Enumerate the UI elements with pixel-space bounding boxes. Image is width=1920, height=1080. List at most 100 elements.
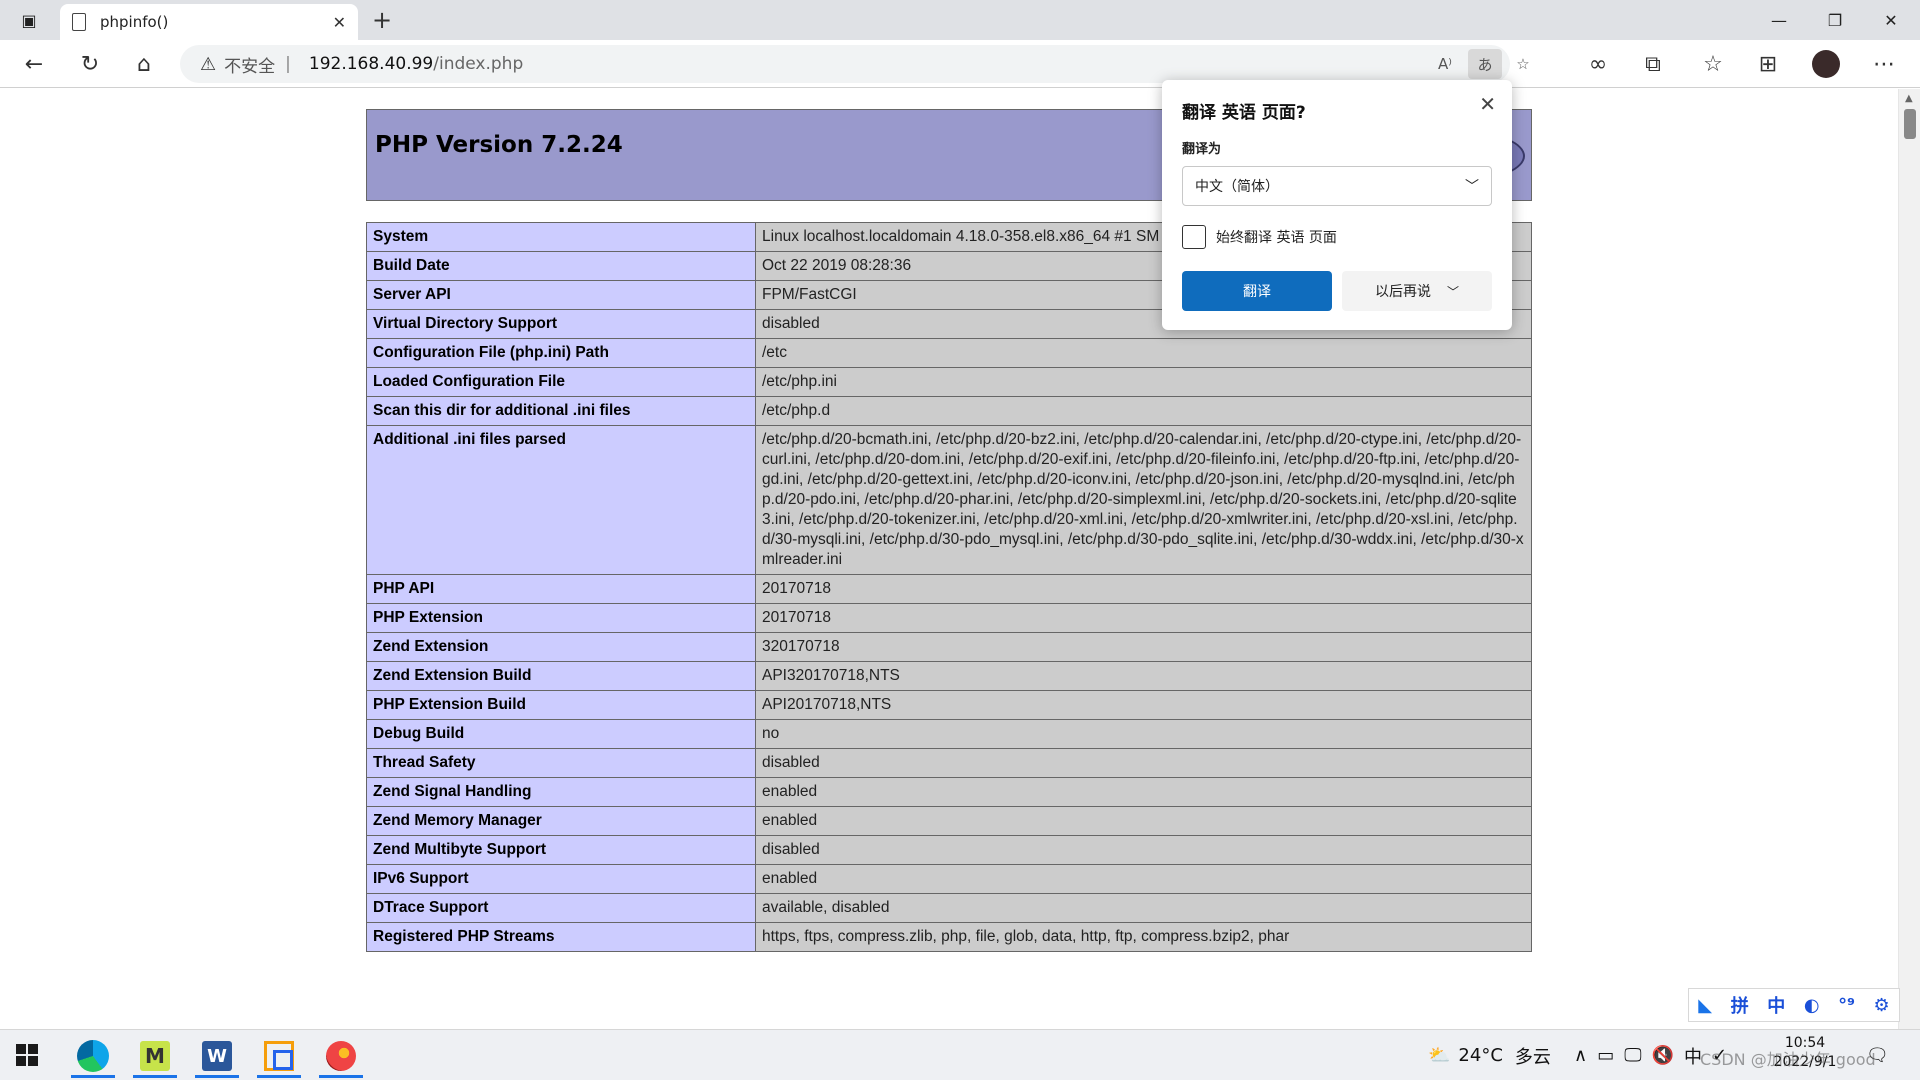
row-key: Loaded Configuration File <box>366 367 756 397</box>
address-host: 192.168.40.99 <box>308 54 434 74</box>
warning-icon: ⚠ <box>200 53 217 75</box>
address-separator: | <box>285 54 291 74</box>
word-taskbar-app[interactable]: W <box>187 1034 247 1078</box>
table-row: DTrace Support available, disabled <box>366 893 1532 923</box>
translate-button[interactable]: 翻译 <box>1182 271 1332 311</box>
windows-start-icon[interactable] <box>16 1044 38 1066</box>
ime-moon-icon[interactable]: ◐ <box>1804 995 1820 1016</box>
table-row: PHP Extension 20170718 <box>366 603 1532 633</box>
extensions-icon[interactable]: ⧉ <box>1635 46 1671 82</box>
table-row: Thread Safety disabled <box>366 748 1532 778</box>
more-icon[interactable]: ⋯ <box>1866 46 1902 82</box>
row-key: Registered PHP Streams <box>366 922 756 952</box>
profile-avatar[interactable] <box>1808 46 1844 82</box>
ime-chinese-mode[interactable]: 中 <box>1767 992 1785 1018</box>
red-app-icon <box>326 1041 356 1071</box>
ime-logo-icon[interactable]: ◣ <box>1698 995 1712 1016</box>
translate-language-select[interactable]: 中文（简体） ﹀ <box>1182 166 1492 206</box>
row-key: Additional .ini files parsed <box>366 425 756 575</box>
collections-icon[interactable]: ⊞ <box>1750 46 1786 82</box>
address-bar[interactable]: ⚠ 不安全 | 192.168.40.99 /index.php A⁾ あ ☆ <box>180 45 1530 83</box>
row-value: disabled <box>755 835 1532 865</box>
red-app-taskbar-app[interactable] <box>311 1034 371 1078</box>
weather-widget[interactable]: ⛅ 24°C 多云 <box>1428 1030 1551 1080</box>
not-now-button[interactable]: 以后再说 ﹀ <box>1342 271 1492 311</box>
checkbox-box[interactable] <box>1182 225 1206 249</box>
row-value: 20170718 <box>755 603 1532 633</box>
close-icon[interactable]: ✕ <box>1479 92 1496 116</box>
weather-temp: 24°C <box>1458 1045 1503 1066</box>
table-row: Loaded Configuration File/etc/php.ini <box>366 367 1532 397</box>
row-value: 20170718 <box>755 574 1532 604</box>
scroll-thumb[interactable] <box>1904 109 1916 139</box>
table-row: Zend Extension Build API320170718,NTS <box>366 661 1532 691</box>
page-content: PHP Version 7.2.24 System Linux localhost… <box>0 89 1898 1029</box>
tab-strip: ▣ phpinfo() ✕ + — ❐ ✕ <box>0 0 1920 40</box>
edge-taskbar-app[interactable] <box>63 1034 123 1078</box>
table-row: PHP API 20170718 <box>366 574 1532 604</box>
row-value: disabled <box>755 748 1532 778</box>
row-value: API20170718,NTS <box>755 690 1532 720</box>
volume-muted-icon[interactable]: 🔇 <box>1652 1045 1674 1066</box>
window-close-button[interactable]: ✕ <box>1862 0 1920 40</box>
row-value: /etc/php.d/20-bcmath.ini, /etc/php.d/20-… <box>755 425 1532 575</box>
table-row: PHP Extension Build API20170718,NTS <box>366 690 1532 720</box>
row-key: Debug Build <box>366 719 756 749</box>
ime-settings-icon[interactable]: ⚙ <box>1874 995 1890 1016</box>
table-row: Registered PHP Streams https, ftps, compr… <box>366 922 1532 952</box>
always-translate-label: 始终翻译 英语 页面 <box>1216 230 1337 246</box>
chevron-down-icon: ﹀ <box>1465 179 1479 195</box>
row-key: Scan this dir for additional .ini files <box>366 396 756 426</box>
row-value: /etc/php.ini <box>755 367 1532 397</box>
insecure-label[interactable]: 不安全 <box>224 52 275 77</box>
row-value: API320170718,NTS <box>755 661 1532 691</box>
browser-tab[interactable]: phpinfo() ✕ <box>60 4 358 40</box>
chevron-down-icon[interactable]: ﹀ <box>1447 283 1459 300</box>
row-key: IPv6 Support <box>366 864 756 894</box>
minimize-button[interactable]: — <box>1750 0 1808 40</box>
favorites-icon[interactable]: ☆ <box>1695 46 1731 82</box>
browser-toolbar: ← ↻ ⌂ ⚠ 不安全 | 192.168.40.99 /index.php A… <box>0 40 1920 88</box>
page-scrollbar[interactable]: ▲ <box>1898 89 1920 1029</box>
close-icon[interactable]: ✕ <box>333 13 346 32</box>
vmware-taskbar-app[interactable] <box>249 1034 309 1078</box>
infinity-icon[interactable]: ∞ <box>1580 46 1616 82</box>
read-aloud-icon[interactable]: A⁾ <box>1430 49 1460 79</box>
ime-pinyin[interactable]: 拼 <box>1731 992 1749 1018</box>
m-taskbar-app[interactable]: M <box>125 1034 185 1078</box>
row-value: enabled <box>755 777 1532 807</box>
translate-language-value: 中文（简体） <box>1195 179 1279 195</box>
row-key: Zend Signal Handling <box>366 777 756 807</box>
scroll-up-icon[interactable]: ▲ <box>1905 93 1913 104</box>
m-app-icon: M <box>140 1041 170 1071</box>
table-row: Scan this dir for additional .ini files /… <box>366 396 1532 426</box>
home-icon[interactable]: ⌂ <box>126 46 162 82</box>
page-icon <box>72 13 86 31</box>
table-row: Zend Signal Handling enabled <box>366 777 1532 807</box>
row-key: PHP Extension Build <box>366 690 756 720</box>
new-tab-button[interactable]: + <box>366 4 398 36</box>
table-row: Debug Build no <box>366 719 1532 749</box>
weather-desc: 多云 <box>1514 1046 1551 1068</box>
network-icon[interactable]: 🖵 <box>1624 1045 1641 1066</box>
row-key: PHP API <box>366 574 756 604</box>
tab-actions-icon[interactable]: ▣ <box>0 0 58 40</box>
ime-punct-icon[interactable]: °⁹ <box>1838 995 1855 1016</box>
add-favorite-icon[interactable]: ☆ <box>1508 49 1538 79</box>
page-title: PHP Version 7.2.24 <box>375 132 623 158</box>
ime-toolbar: ◣ 拼 中 ◐ °⁹ ⚙ <box>1688 988 1900 1022</box>
row-key: DTrace Support <box>366 893 756 923</box>
tab-title: phpinfo() <box>100 13 169 31</box>
row-key: Zend Memory Manager <box>366 806 756 836</box>
always-translate-checkbox[interactable]: 始终翻译 英语 页面 <box>1182 225 1337 249</box>
refresh-icon[interactable]: ↻ <box>72 46 108 82</box>
translate-icon[interactable]: あ <box>1468 49 1502 79</box>
row-key: Zend Extension Build <box>366 661 756 691</box>
row-value: enabled <box>755 864 1532 894</box>
chevron-up-icon[interactable]: ∧ <box>1574 1045 1587 1066</box>
restore-button[interactable]: ❐ <box>1806 0 1864 40</box>
back-arrow-icon[interactable]: ← <box>16 46 52 82</box>
row-key: System <box>366 222 756 252</box>
battery-icon[interactable]: ▭ <box>1597 1045 1614 1066</box>
taskbar: M W ⛅ 24°C 多云 ∧ ▭ 🖵 🔇 中 ✓ 10:54 2022/9/1… <box>0 1029 1920 1080</box>
